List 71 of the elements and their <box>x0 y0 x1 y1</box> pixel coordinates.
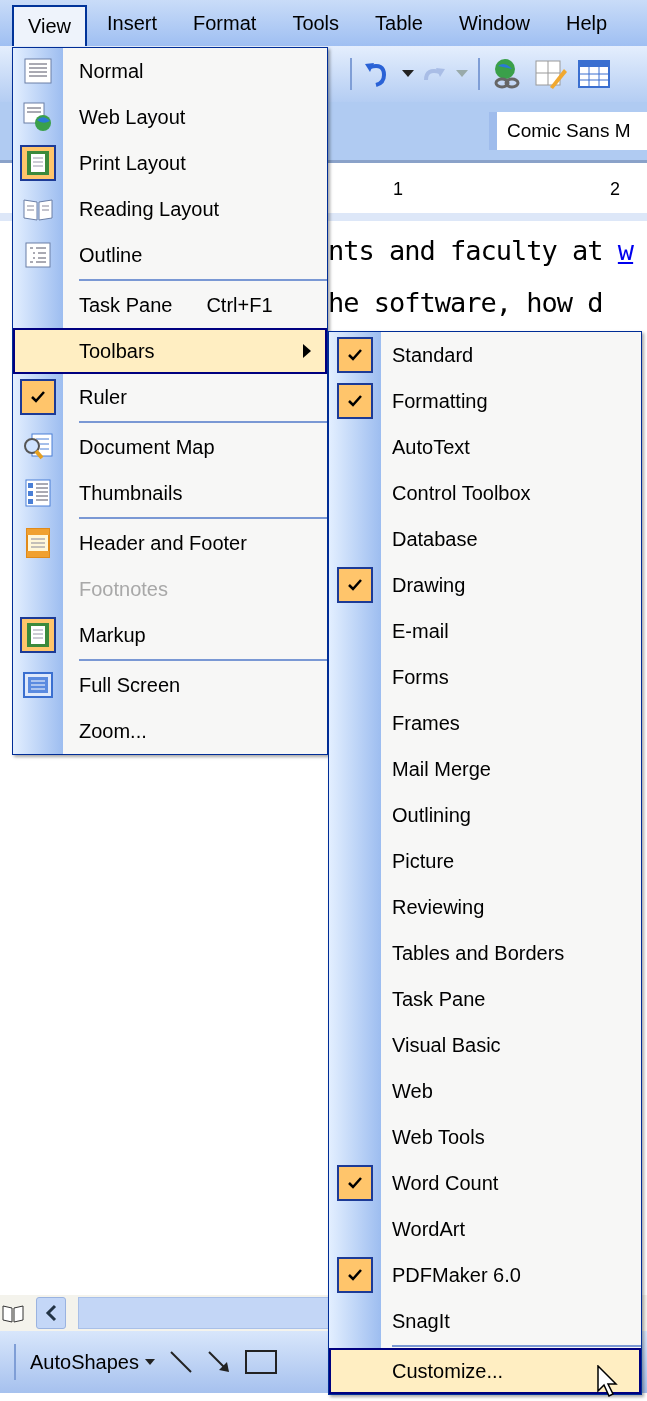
arrow-icon[interactable] <box>207 1350 231 1374</box>
menu-item[interactable]: Picture <box>329 838 641 884</box>
menu-item[interactable]: Visual Basic <box>329 1022 641 1068</box>
chevron-left-icon <box>44 1304 58 1322</box>
menu-item[interactable]: Web Layout <box>13 94 327 140</box>
thumbnails-icon <box>25 479 51 507</box>
menu-item[interactable]: WordArt <box>329 1206 641 1252</box>
caret-icon[interactable] <box>402 70 414 78</box>
menu-item[interactable]: Mail Merge <box>329 746 641 792</box>
header-page-icon <box>26 528 50 558</box>
menu-item[interactable]: Header and Footer <box>13 520 327 566</box>
caret-icon[interactable] <box>145 1359 155 1365</box>
menu-item[interactable]: SnagIt <box>329 1298 641 1344</box>
menu-bar-item[interactable]: Tools <box>276 1 356 45</box>
outline-icon <box>25 242 51 268</box>
caret-icon <box>456 70 468 78</box>
menu-item[interactable]: Markup <box>13 612 327 658</box>
menu-item[interactable]: E-mail <box>329 608 641 654</box>
menu-item[interactable]: Formatting <box>329 378 641 424</box>
menu-item[interactable]: Outlining <box>329 792 641 838</box>
ruler-number: 2 <box>610 179 620 200</box>
menu-bar-item[interactable]: Window <box>442 1 547 45</box>
redo-icon <box>424 66 446 82</box>
menu-item[interactable]: Ruler <box>13 374 327 420</box>
menu-item[interactable]: Web Tools <box>329 1114 641 1160</box>
menu-item[interactable]: Toolbars <box>13 328 327 374</box>
menu-item[interactable]: AutoText <box>329 424 641 470</box>
menu-item[interactable]: Forms <box>329 654 641 700</box>
menu-item[interactable]: Control Toolbox <box>329 470 641 516</box>
menu-item[interactable]: Reading Layout <box>13 186 327 232</box>
link[interactable]: w <box>617 235 634 266</box>
menu-item[interactable]: Zoom... <box>13 708 327 754</box>
menu-item[interactable]: Word Count <box>329 1160 641 1206</box>
menu-item[interactable]: Database <box>329 516 641 562</box>
menu-item[interactable]: Tables and Borders <box>329 930 641 976</box>
menu-bar-item[interactable]: Insert <box>91 1 174 45</box>
menu-item[interactable]: Reviewing <box>329 884 641 930</box>
submenu-arrow-icon <box>303 344 311 358</box>
book-icon <box>23 196 53 222</box>
table-icon[interactable] <box>578 59 610 89</box>
ruler-number: 1 <box>393 179 403 200</box>
scroll-left-button[interactable] <box>36 1297 66 1329</box>
menu-bar-item[interactable]: View <box>12 4 87 48</box>
menu-item[interactable]: Full Screen <box>13 662 327 708</box>
rectangle-icon[interactable] <box>245 1350 277 1374</box>
menu-item[interactable]: Drawing <box>329 562 641 608</box>
screen-icon <box>23 672 53 698</box>
menu-item[interactable]: Standard <box>329 332 641 378</box>
menu-item[interactable]: Thumbnails <box>13 470 327 516</box>
menu-item[interactable]: Normal <box>13 48 327 94</box>
menu-item[interactable]: Web <box>329 1068 641 1114</box>
autoshapes-menu[interactable]: AutoShapes <box>30 1350 139 1374</box>
menu-item[interactable]: Task Pane <box>329 976 641 1022</box>
menu-item[interactable]: Frames <box>329 700 641 746</box>
menu-item[interactable]: Customize... <box>329 1348 641 1394</box>
menu-item[interactable]: Print Layout <box>13 140 327 186</box>
menu-bar-item[interactable]: Help <box>550 1 624 45</box>
document-text: nts and faculty at <box>328 235 604 266</box>
font-field[interactable]: Comic Sans M <box>489 112 647 150</box>
document-text: he software, how d <box>328 287 603 318</box>
book-icon[interactable] <box>2 1302 24 1324</box>
line-icon[interactable] <box>169 1350 193 1374</box>
menu-item[interactable]: PDFMaker 6.0 <box>329 1252 641 1298</box>
document-icon <box>24 58 52 84</box>
menu-item[interactable]: Document Map <box>13 424 327 470</box>
menu-bar-item[interactable]: Table <box>359 1 439 45</box>
menu-item[interactable]: Task Pane Ctrl+F1 <box>13 282 327 328</box>
magnifier-page-icon <box>22 433 54 461</box>
web-page-icon <box>23 102 53 132</box>
menu-item[interactable]: Outline <box>13 232 327 278</box>
menu-bar-item[interactable]: Format <box>177 1 273 45</box>
